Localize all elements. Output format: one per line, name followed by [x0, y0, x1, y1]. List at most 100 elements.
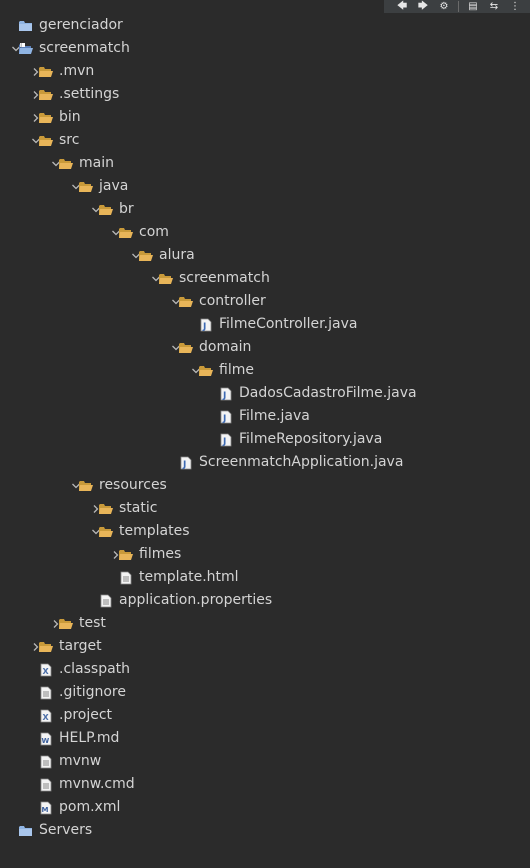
tree-item[interactable]: Mpom.xml [0, 796, 530, 819]
tree-item-label: src [59, 132, 80, 148]
tree-item[interactable]: Jscreenmatch [0, 37, 530, 60]
tree-item[interactable]: java [0, 175, 530, 198]
tree-item[interactable]: target [0, 635, 530, 658]
tree-item[interactable]: Servers [0, 819, 530, 842]
tree-item-label: templates [119, 523, 190, 539]
tree-item[interactable]: J DadosCadastroFilme.java [0, 382, 530, 405]
tree-item-label: screenmatch [39, 40, 130, 56]
tree-item-label: com [139, 224, 169, 240]
folder-icon [198, 359, 214, 382]
tree-item[interactable]: bin [0, 106, 530, 129]
text-file-icon [98, 589, 114, 612]
tree-item-label: .settings [59, 86, 120, 102]
svg-text:J: J [222, 437, 226, 447]
tree-item[interactable]: br [0, 198, 530, 221]
svg-text:J: J [20, 42, 22, 47]
tree-item-label: HELP.md [59, 730, 120, 746]
tree-item[interactable]: src [0, 129, 530, 152]
folder-icon [38, 129, 54, 152]
svg-text:X: X [43, 713, 50, 722]
tree-item-label: DadosCadastroFilme.java [239, 385, 417, 401]
folder-icon [38, 60, 54, 83]
java-file-icon: J [218, 382, 234, 405]
toolbar-separator [458, 1, 459, 12]
folder-icon [78, 474, 94, 497]
folder-icon [118, 543, 134, 566]
tree-item-label: Filme.java [239, 408, 310, 424]
folder-icon [178, 336, 194, 359]
tree-item[interactable]: mvnw.cmd [0, 773, 530, 796]
tree-item[interactable]: screenmatch [0, 267, 530, 290]
svg-text:W: W [42, 737, 50, 745]
xml-file-icon: X [38, 704, 54, 727]
link-with-editor-icon[interactable]: ⇆ [485, 0, 503, 13]
tree-item[interactable]: J ScreenmatchApplication.java [0, 451, 530, 474]
tree-item[interactable]: controller [0, 290, 530, 313]
tree-item[interactable]: template.html [0, 566, 530, 589]
tree-item-label: resources [99, 477, 167, 493]
view-menu-icon[interactable]: ⋮ [506, 0, 524, 13]
svg-text:J: J [222, 414, 226, 424]
collapse-all-icon[interactable]: ▤ [464, 0, 482, 13]
tree-item[interactable]: domain [0, 336, 530, 359]
tree-item[interactable]: mvnw [0, 750, 530, 773]
tree-item-label: template.html [139, 569, 239, 585]
tree-item-label: screenmatch [179, 270, 270, 286]
tree-item-label: mvnw [59, 753, 102, 769]
filter-icon[interactable]: ⚙ [435, 0, 453, 13]
markdown-file-icon: W [38, 727, 54, 750]
folder-icon [58, 612, 74, 635]
tree-item[interactable]: filme [0, 359, 530, 382]
tree-item[interactable]: gerenciador [0, 14, 530, 37]
tree-item[interactable]: templates [0, 520, 530, 543]
text-file-icon [38, 773, 54, 796]
tree-item[interactable]: X .project [0, 704, 530, 727]
tree-item[interactable]: J FilmeRepository.java [0, 428, 530, 451]
folder-icon [118, 221, 134, 244]
tree-item[interactable]: .mvn [0, 60, 530, 83]
tree-item[interactable]: X .classpath [0, 658, 530, 681]
tree-item[interactable]: application.properties [0, 589, 530, 612]
folder-icon [98, 497, 114, 520]
tree-item-label: filme [219, 362, 254, 378]
tree-item-label: test [79, 615, 106, 631]
tree-item[interactable]: .settings [0, 83, 530, 106]
forward-icon[interactable]: 🡆 [414, 0, 432, 13]
tree-item[interactable]: .gitignore [0, 681, 530, 704]
folder-icon [58, 152, 74, 175]
folder-icon [38, 83, 54, 106]
tree-item[interactable]: J FilmeController.java [0, 313, 530, 336]
tree-item-label: target [59, 638, 102, 654]
tree-item-label: pom.xml [59, 799, 121, 815]
tree-item-label: application.properties [119, 592, 273, 608]
tree-item-label: mvnw.cmd [59, 776, 135, 792]
tree-item[interactable]: resources [0, 474, 530, 497]
tree-item-label: bin [59, 109, 81, 125]
tree-item-label: Servers [39, 822, 93, 838]
tree-item-label: ScreenmatchApplication.java [199, 454, 404, 470]
tree-item-label: java [99, 178, 129, 194]
java-file-icon: J [218, 405, 234, 428]
tree-item[interactable]: static [0, 497, 530, 520]
text-file-icon [38, 681, 54, 704]
tree-item[interactable]: W HELP.md [0, 727, 530, 750]
java-file-icon: J [178, 451, 194, 474]
tree-item-label: .project [59, 707, 113, 723]
tree-item-label: static [119, 500, 158, 516]
folder-icon [98, 198, 114, 221]
tree-item[interactable]: alura [0, 244, 530, 267]
svg-text:J: J [202, 322, 206, 332]
tree-item-label: .gitignore [59, 684, 126, 700]
tree-item[interactable]: filmes [0, 543, 530, 566]
folder-icon [98, 520, 114, 543]
back-icon[interactable]: 🡄 [393, 0, 411, 13]
tree-item[interactable]: main [0, 152, 530, 175]
tree-item-label: .mvn [59, 63, 95, 79]
tree-item-label: controller [199, 293, 266, 309]
tree-item[interactable]: test [0, 612, 530, 635]
project-closed-icon [18, 819, 34, 842]
svg-text:M: M [42, 806, 49, 814]
tree-item[interactable]: J Filme.java [0, 405, 530, 428]
folder-icon [178, 290, 194, 313]
tree-item[interactable]: com [0, 221, 530, 244]
